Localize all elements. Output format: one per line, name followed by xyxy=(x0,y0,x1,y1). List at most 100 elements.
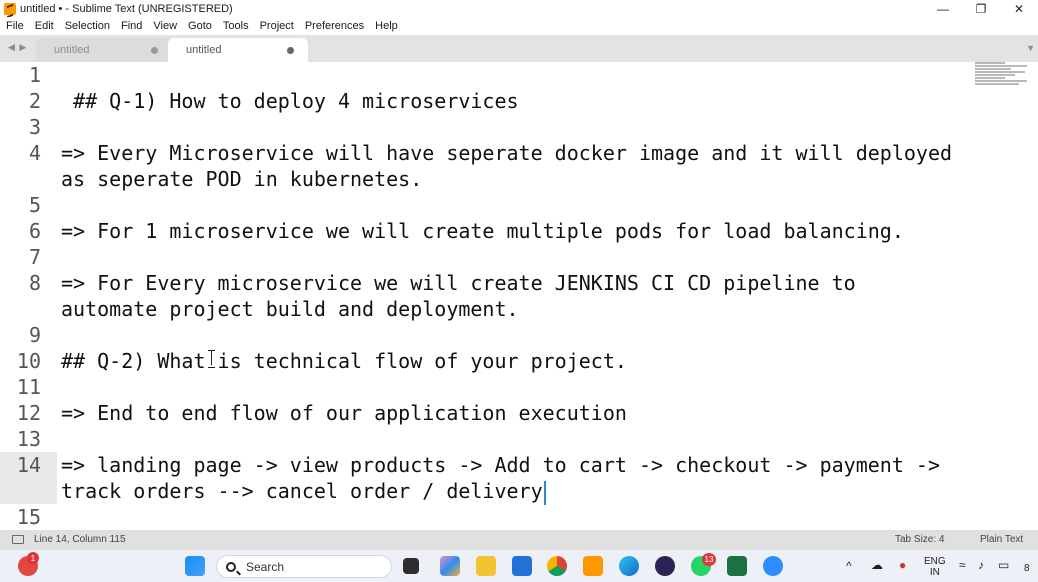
wifi-icon[interactable]: ≈ xyxy=(959,558,966,572)
eclipse-icon[interactable] xyxy=(655,556,675,576)
editor-line[interactable]: as seperate POD in kubernetes. xyxy=(0,166,970,192)
editor-line[interactable]: 15 xyxy=(0,504,970,530)
line-number: 6 xyxy=(28,219,41,243)
line-text[interactable]: => For Every microservice we will create… xyxy=(61,270,856,296)
editor-line[interactable]: 2 ## Q-1) How to deploy 4 microservices xyxy=(0,88,970,114)
menu-tools[interactable]: Tools xyxy=(223,20,249,32)
editor-line[interactable]: 3 xyxy=(0,114,970,140)
clock-fragment[interactable]: 8 xyxy=(1024,563,1030,574)
windows-taskbar: 1 Search 13 ^ ☁ ● ENG IN ≈ ♪ ▭ 8 xyxy=(0,550,1038,582)
line-text[interactable]: => landing page -> view products -> Add … xyxy=(61,452,940,478)
unsaved-dot-icon[interactable] xyxy=(151,46,158,54)
tab-navigation-arrows-icon[interactable]: ◀ ▶ xyxy=(8,42,27,53)
line-text[interactable]: track orders --> cancel order / delivery xyxy=(61,478,546,505)
menu-project[interactable]: Project xyxy=(260,20,294,32)
language-code: ENG xyxy=(924,556,946,567)
search-placeholder: Search xyxy=(246,559,285,574)
close-button[interactable]: ✕ xyxy=(1000,0,1038,17)
editor-line[interactable]: 4 => Every Microservice will have seperat… xyxy=(0,140,970,166)
notification-badge: 1 xyxy=(27,552,39,564)
editor-line[interactable]: automate project build and deployment. xyxy=(0,296,970,322)
tab-untitled-1[interactable]: untitled xyxy=(36,38,172,62)
menu-find[interactable]: Find xyxy=(121,20,142,32)
tab-untitled-2[interactable]: untitled xyxy=(168,38,308,62)
editor-line[interactable]: track orders --> cancel order / delivery xyxy=(0,478,970,505)
editor-line[interactable]: 6 => For 1 microservice we will create mu… xyxy=(0,218,970,244)
line-text[interactable]: => Every Microservice will have seperate… xyxy=(61,140,952,166)
onedrive-icon[interactable]: ☁ xyxy=(871,558,883,572)
window-controls: — ❐ ✕ xyxy=(924,0,1038,17)
status-bar: Line 14, Column 115 Tab Size: 4 Plain Te… xyxy=(0,530,1038,550)
line-number xyxy=(0,296,57,322)
panel-toggle-icon[interactable] xyxy=(12,535,24,544)
title-bar: untitled • - Sublime Text (UNREGISTERED)… xyxy=(0,0,1038,17)
editor-line[interactable]: 14 => landing page -> view products -> Ad… xyxy=(0,452,970,478)
cursor-position[interactable]: Line 14, Column 115 xyxy=(34,534,126,545)
tab-label: untitled xyxy=(54,44,90,56)
line-number: 7 xyxy=(28,245,41,269)
minimap[interactable] xyxy=(975,62,1035,94)
menu-selection[interactable]: Selection xyxy=(65,20,110,32)
menu-view[interactable]: View xyxy=(153,20,177,32)
line-text[interactable]: => End to end flow of our application ex… xyxy=(61,400,627,426)
store-icon[interactable] xyxy=(512,556,532,576)
line-number: 13 xyxy=(16,427,41,451)
chrome-icon[interactable] xyxy=(547,556,567,576)
menu-preferences[interactable]: Preferences xyxy=(305,20,364,32)
file-explorer-icon[interactable] xyxy=(476,556,496,576)
editor-line[interactable]: 11 xyxy=(0,374,970,400)
minimize-button[interactable]: — xyxy=(924,0,962,17)
line-number: 5 xyxy=(28,193,41,217)
editor-line[interactable]: 7 xyxy=(0,244,970,270)
line-number: 2 xyxy=(28,89,41,113)
syntax-selector[interactable]: Plain Text xyxy=(980,534,1023,545)
task-view-icon[interactable] xyxy=(403,558,419,574)
line-number: 3 xyxy=(28,115,41,139)
editor-line[interactable]: 9 xyxy=(0,322,970,348)
line-number: 1 xyxy=(28,63,41,87)
tab-overflow-chevron-icon[interactable]: ▼ xyxy=(1026,43,1035,53)
language-indicator[interactable]: ENG IN xyxy=(924,556,946,578)
line-number: 15 xyxy=(16,505,41,529)
search-icon xyxy=(226,561,236,572)
microphone-icon[interactable]: ● xyxy=(899,558,906,572)
editor-line[interactable]: 12 => End to end flow of our application … xyxy=(0,400,970,426)
editor-line[interactable]: 8 => For Every microservice we will creat… xyxy=(0,270,970,296)
zoom-icon[interactable] xyxy=(763,556,783,576)
tab-label: untitled xyxy=(186,44,222,56)
menu-help[interactable]: Help xyxy=(375,20,398,32)
line-number: 8 xyxy=(28,271,41,295)
menu-goto[interactable]: Goto xyxy=(188,20,212,32)
unsaved-dot-icon[interactable] xyxy=(287,46,294,54)
line-text[interactable]: ## Q-2) What is technical flow of your p… xyxy=(61,348,627,374)
editor-line[interactable]: 13 xyxy=(0,426,970,452)
edge-icon[interactable] xyxy=(619,556,639,576)
whatsapp-badge: 13 xyxy=(702,553,716,566)
tab-size[interactable]: Tab Size: 4 xyxy=(895,534,944,545)
editor-line[interactable]: 1 xyxy=(0,62,970,88)
line-text[interactable]: => For 1 microservice we will create mul… xyxy=(61,218,904,244)
battery-icon[interactable]: ▭ xyxy=(998,558,1009,572)
menu-file[interactable]: File xyxy=(6,20,24,32)
volume-icon[interactable]: ♪ xyxy=(978,558,984,572)
windows-start-icon[interactable] xyxy=(185,556,205,576)
editor-line[interactable]: 5 xyxy=(0,192,970,218)
show-hidden-icons-chevron-icon[interactable]: ^ xyxy=(846,559,852,573)
line-text[interactable]: as seperate POD in kubernetes. xyxy=(61,166,422,192)
line-number: 14 xyxy=(16,453,41,477)
sublime-logo-icon xyxy=(4,2,16,15)
line-text[interactable]: ## Q-1) How to deploy 4 microservices xyxy=(61,88,519,114)
excel-icon[interactable] xyxy=(727,556,747,576)
line-number xyxy=(0,478,57,504)
editor-area[interactable]: 12 ## Q-1) How to deploy 4 microservices… xyxy=(0,62,1038,530)
search-input[interactable]: Search xyxy=(216,555,392,578)
copilot-icon[interactable] xyxy=(440,556,460,576)
line-number: 12 xyxy=(16,401,41,425)
line-text[interactable]: automate project build and deployment. xyxy=(61,296,519,322)
menu-edit[interactable]: Edit xyxy=(35,20,54,32)
maximize-button[interactable]: ❐ xyxy=(962,0,1000,17)
tab-bar: ◀ ▶ untitled untitled ▼ xyxy=(0,35,1038,62)
sublime-text-icon[interactable] xyxy=(583,556,603,576)
editor-line[interactable]: 10 ## Q-2) What is technical flow of your… xyxy=(0,348,970,374)
line-number xyxy=(0,166,57,192)
